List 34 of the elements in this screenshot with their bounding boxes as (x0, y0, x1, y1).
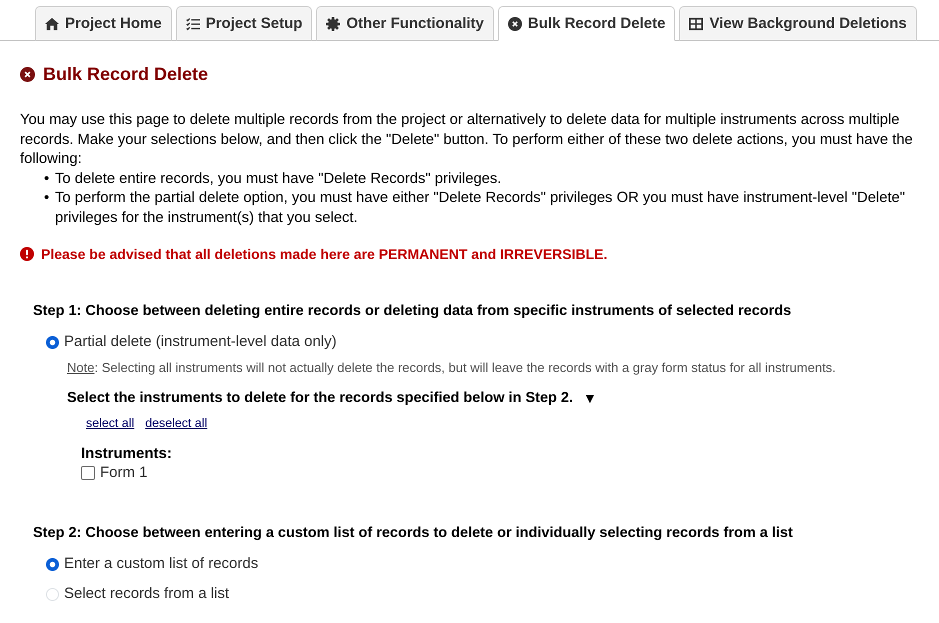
bullet-marker: • (44, 170, 50, 188)
nav-tab[interactable]: View Background Deletions (679, 6, 917, 41)
nav-tab[interactable]: Project Setup (176, 6, 312, 41)
step-heading: Step 1: Choose between deleting entire records or deleting data from specific instruments of selected records (33, 302, 792, 321)
nav-tab[interactable]: Project Home (35, 6, 172, 41)
bullet-text: To delete entire records, you must have "Delete Records" privileges. (55, 170, 502, 188)
bullet-marker: • (44, 189, 50, 208)
checklist-icon (186, 16, 200, 30)
table-icon (689, 16, 704, 30)
field-label: Instruments: (81, 445, 173, 463)
collapse-toggle[interactable]: ▼ (583, 388, 597, 408)
checkbox[interactable] (81, 466, 95, 480)
text-link[interactable]: select all (86, 415, 134, 431)
bullet-text: To perform the partial delete option, you must have either "Delete Records" privileges OR you must have instrument-level "Delete" privileges for the instrument(s) that you select. (55, 189, 906, 228)
note-text: Note: Selecting all instruments will not actually delete the records, but will leave the records with a gray form status for all instruments. (67, 360, 837, 376)
checkbox-label[interactable]: Form 1 (100, 463, 148, 483)
radio-label[interactable]: Enter a custom list of records (64, 554, 258, 574)
close-circle-icon (20, 66, 35, 82)
nav-tab[interactable]: Other Functionality (316, 6, 494, 41)
nav-tab[interactable]: Bulk Record Delete (498, 6, 676, 41)
radio-button[interactable] (46, 336, 59, 348)
radio-button[interactable] (46, 558, 59, 570)
radio-label[interactable]: Select records from a list (64, 584, 230, 604)
gear-icon (326, 16, 340, 30)
exclamation-circle-icon (20, 247, 34, 261)
close-circle-icon (508, 16, 522, 30)
step-heading: Step 2: Choose between entering a custom list of records to delete or individually selecting records from a list (33, 524, 794, 543)
home-icon (45, 16, 59, 30)
radio-label[interactable]: Partial delete (instrument-level data only) (64, 332, 337, 352)
page-title: Bulk Record Delete (43, 63, 208, 85)
section-heading: Select the instruments to delete for the records specified below in Step 2. (67, 389, 574, 408)
intro-text: You may use this page to delete multiple records from the project or alternatively to delete data for multiple instruments across multiple records. Make your selections below, and then click the "Delete" button. To perform either of these two delete actions, you must have the following: (20, 111, 914, 169)
warning-text: Please be advised that all deletions made here are PERMANENT and IRREVERSIBLE. (41, 245, 608, 264)
text-link[interactable]: deselect all (145, 415, 208, 431)
